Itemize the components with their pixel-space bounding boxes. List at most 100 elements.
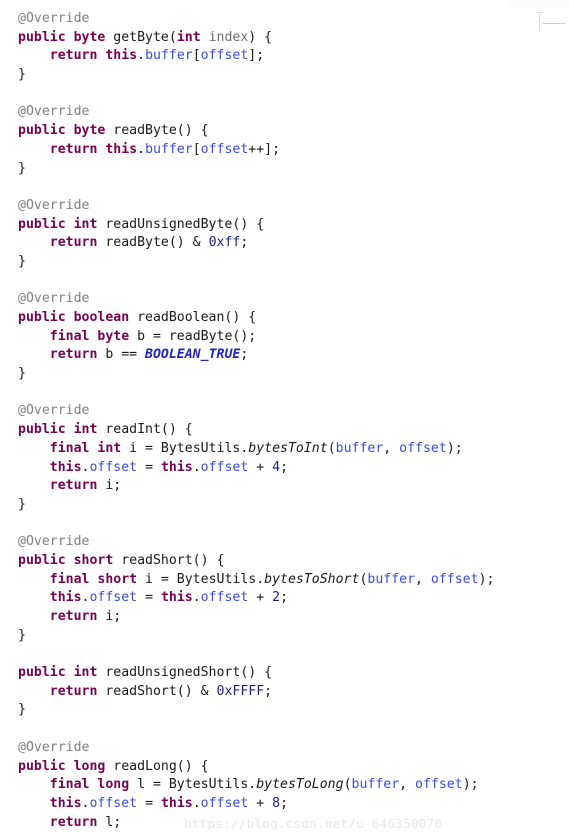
code-token-plain: = <box>137 590 161 606</box>
code-token-plain: } <box>18 160 26 176</box>
code-token-plain: ; <box>280 795 289 811</box>
code-token-plain: , <box>383 440 400 456</box>
code-token-ann: @Override <box>18 197 90 213</box>
code-token-kw: public short <box>18 552 122 568</box>
code-token-kw: this <box>160 590 193 606</box>
code-token-plain: . <box>192 459 201 475</box>
code-line: return this.buffer[offset]; <box>18 47 569 66</box>
code-token-plain: ( <box>343 777 352 793</box>
code-token-plain: readBoolean() { <box>137 310 257 325</box>
code-line: } <box>18 627 569 646</box>
code-token-param: index <box>200 29 249 45</box>
code-token-plain: getByte( <box>113 29 177 45</box>
code-token-kw: final long <box>49 777 130 793</box>
code-token-plain: + <box>248 590 273 606</box>
code-token-plain: i = BytesUtils. <box>121 440 249 456</box>
code-token-kw: return <box>49 347 98 363</box>
code-token-field: offset <box>430 571 479 587</box>
code-line: public byte getByte(int index) { <box>18 29 569 48</box>
code-line: @Override <box>18 103 569 122</box>
code-token-kw: this <box>160 459 193 475</box>
code-token-plain: readShort() & <box>97 683 217 699</box>
code-token-kw: final byte <box>49 328 130 344</box>
code-token-kw: public int <box>18 216 106 232</box>
code-token-plain: } <box>18 627 26 643</box>
code-token-num: 4 <box>272 459 281 475</box>
code-line: public int readUnsignedShort() { <box>18 664 569 683</box>
code-token-kw: return <box>49 683 98 699</box>
code-token-plain: . <box>137 48 146 64</box>
code-token-static: bytesToShort <box>264 571 360 587</box>
code-token-plain: i = BytesUtils. <box>137 571 265 587</box>
code-token-field: offset <box>200 48 249 64</box>
code-token-field: offset <box>399 440 447 456</box>
code-token-plain: + <box>248 459 273 475</box>
code-token-kw: return <box>49 814 98 830</box>
code-token-plain: readUnsignedShort() { <box>105 665 273 681</box>
code-token-field: offset <box>200 459 249 475</box>
code-token-field: buffer <box>145 141 193 157</box>
code-line: } <box>18 365 569 384</box>
code-token-kw: this <box>49 590 82 606</box>
code-line: final int i = BytesUtils.bytesToInt(buff… <box>18 440 569 459</box>
code-token-ann: @Override <box>18 291 90 307</box>
code-token-ann: @Override <box>18 104 90 120</box>
code-token-plain: . <box>192 590 201 606</box>
code-token-plain: } <box>18 496 26 512</box>
code-token-num: 0xFFFF <box>216 683 265 699</box>
code-line: } <box>18 160 569 179</box>
code-token-kw: this <box>49 795 82 811</box>
code-line: @Override <box>18 402 569 421</box>
code-line: @Override <box>18 533 569 552</box>
code-token-plain: [ <box>192 141 201 157</box>
top-edge-shade <box>509 0 569 8</box>
code-token-const: BOOLEAN_TRUE <box>145 347 241 363</box>
code-line: this.offset = this.offset + 4; <box>18 459 569 478</box>
code-token-kw: this <box>49 459 82 475</box>
code-token-plain: readByte() { <box>113 123 209 139</box>
code-token-field: buffer <box>335 440 384 456</box>
code-token-kw: public boolean <box>18 310 138 325</box>
code-token-kw: int <box>176 29 201 45</box>
code-token-kw: final int <box>49 440 122 456</box>
code-line: } <box>18 496 569 515</box>
code-line: @Override <box>18 10 569 29</box>
code-listing[interactable]: @Override public byte getByte(int index) … <box>18 10 569 832</box>
code-token-ann: @Override <box>18 403 90 419</box>
code-line: final short i = BytesUtils.bytesToShort(… <box>18 571 569 590</box>
code-line: this.offset = this.offset + 8; <box>18 795 569 814</box>
code-token-plain: ; <box>240 235 249 251</box>
code-line: final byte b = readByte(); <box>18 328 569 347</box>
code-token-plain: } <box>18 366 26 382</box>
code-token-kw: public long <box>18 758 114 774</box>
code-token-plain: l; <box>97 814 122 830</box>
code-token-plain: ; <box>280 590 289 606</box>
code-token-plain: i; <box>97 609 122 624</box>
code-line: public boolean readBoolean() { <box>18 309 569 328</box>
code-token-plain: ) { <box>248 29 273 45</box>
code-viewer[interactable]: @Override public byte getByte(int index) … <box>0 0 569 831</box>
code-token-plain: ; <box>240 347 249 363</box>
code-token-plain: [ <box>192 48 201 64</box>
code-token-plain: b = readByte(); <box>129 328 257 344</box>
code-token-kw: return <box>49 609 98 624</box>
code-token-kw: return this <box>49 141 138 157</box>
code-token-field: buffer <box>367 571 416 587</box>
code-token-plain: readUnsignedByte() { <box>105 216 265 232</box>
code-line: public int readUnsignedByte() { <box>18 216 569 235</box>
code-token-plain: ++]; <box>248 141 281 157</box>
code-line: public byte readByte() { <box>18 122 569 141</box>
